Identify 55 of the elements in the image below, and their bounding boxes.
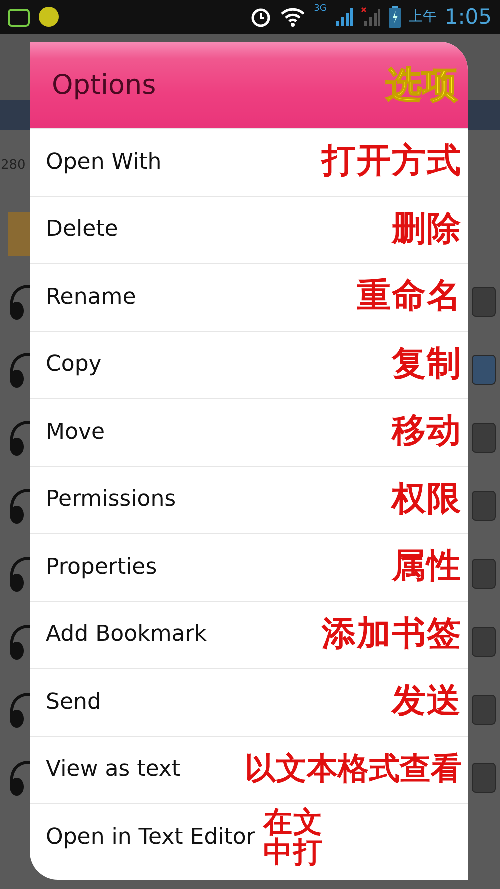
clock-period: 上午 [408, 8, 437, 26]
menu-item-label: Open With [46, 150, 162, 175]
menu-item-label: Permissions [46, 487, 176, 512]
menu-item[interactable]: Delete 删除 [30, 196, 468, 263]
annotation: 添加书签 [322, 616, 462, 653]
no-signal-icon [360, 7, 381, 27]
menu-item[interactable]: Permissions 权限 [30, 466, 468, 533]
network-type: 3G [314, 4, 327, 14]
annotation: 权限 [392, 482, 462, 518]
battery-icon [388, 6, 401, 28]
annotation: 删除 [392, 212, 462, 248]
wifi-icon [280, 7, 306, 27]
checkbox[interactable] [472, 695, 496, 725]
menu-item-label: View as text [46, 757, 181, 782]
annotation: 发送 [392, 684, 462, 720]
menu-item-label: Move [46, 420, 105, 445]
item-count: 280 [1, 158, 26, 172]
annotation: 选项 [386, 64, 458, 108]
checkbox[interactable] [472, 423, 496, 453]
menu-item-label: Copy [46, 352, 102, 378]
checkbox[interactable] [472, 627, 496, 657]
folder-icon [8, 212, 32, 256]
clock-time: 1:05 [444, 5, 492, 29]
annotation: 以文本格式查看 [245, 753, 462, 786]
annotation: 属性 [392, 549, 462, 586]
annotation: 中打 [263, 837, 324, 868]
menu-item-label: Send [46, 690, 102, 715]
menu-item-label: Open in Text Editor [46, 824, 256, 850]
alarm-icon [250, 6, 272, 28]
signal-icon [334, 7, 353, 27]
menu-item[interactable]: Copy 复制 [30, 330, 468, 398]
notification-icon [8, 7, 30, 27]
annotation: 在文 [263, 806, 324, 838]
menu-item[interactable]: Properties 属性 [30, 533, 468, 600]
menu-item[interactable]: View as text 以文本格式查看 [30, 736, 468, 803]
checkbox[interactable] [472, 287, 496, 317]
annotation: 打开方式 [322, 144, 462, 180]
checkbox[interactable] [472, 355, 496, 385]
menu-item-label: Delete [46, 217, 118, 242]
menu-item[interactable]: Send 发送 [30, 668, 468, 736]
menu-item-label: Add Bookmark [46, 622, 208, 648]
checkbox[interactable] [472, 559, 496, 589]
annotation: 移动 [392, 414, 462, 450]
menu-item[interactable]: Rename 重命名 [30, 263, 468, 330]
menu-item-label: Rename [46, 284, 136, 310]
menu-item[interactable]: Move 移动 [30, 398, 468, 466]
dialog-title: Options [52, 70, 156, 100]
checkbox[interactable] [472, 763, 496, 793]
checkbox[interactable] [472, 491, 496, 521]
annotation: 重命名 [357, 279, 462, 316]
annotation: 复制 [392, 346, 462, 383]
menu-item-label: Properties [46, 554, 158, 580]
menu-item[interactable]: Add Bookmark 添加书签 [30, 600, 468, 668]
app-icon [38, 6, 60, 28]
menu-item[interactable]: Open With 打开方式 [30, 128, 468, 196]
